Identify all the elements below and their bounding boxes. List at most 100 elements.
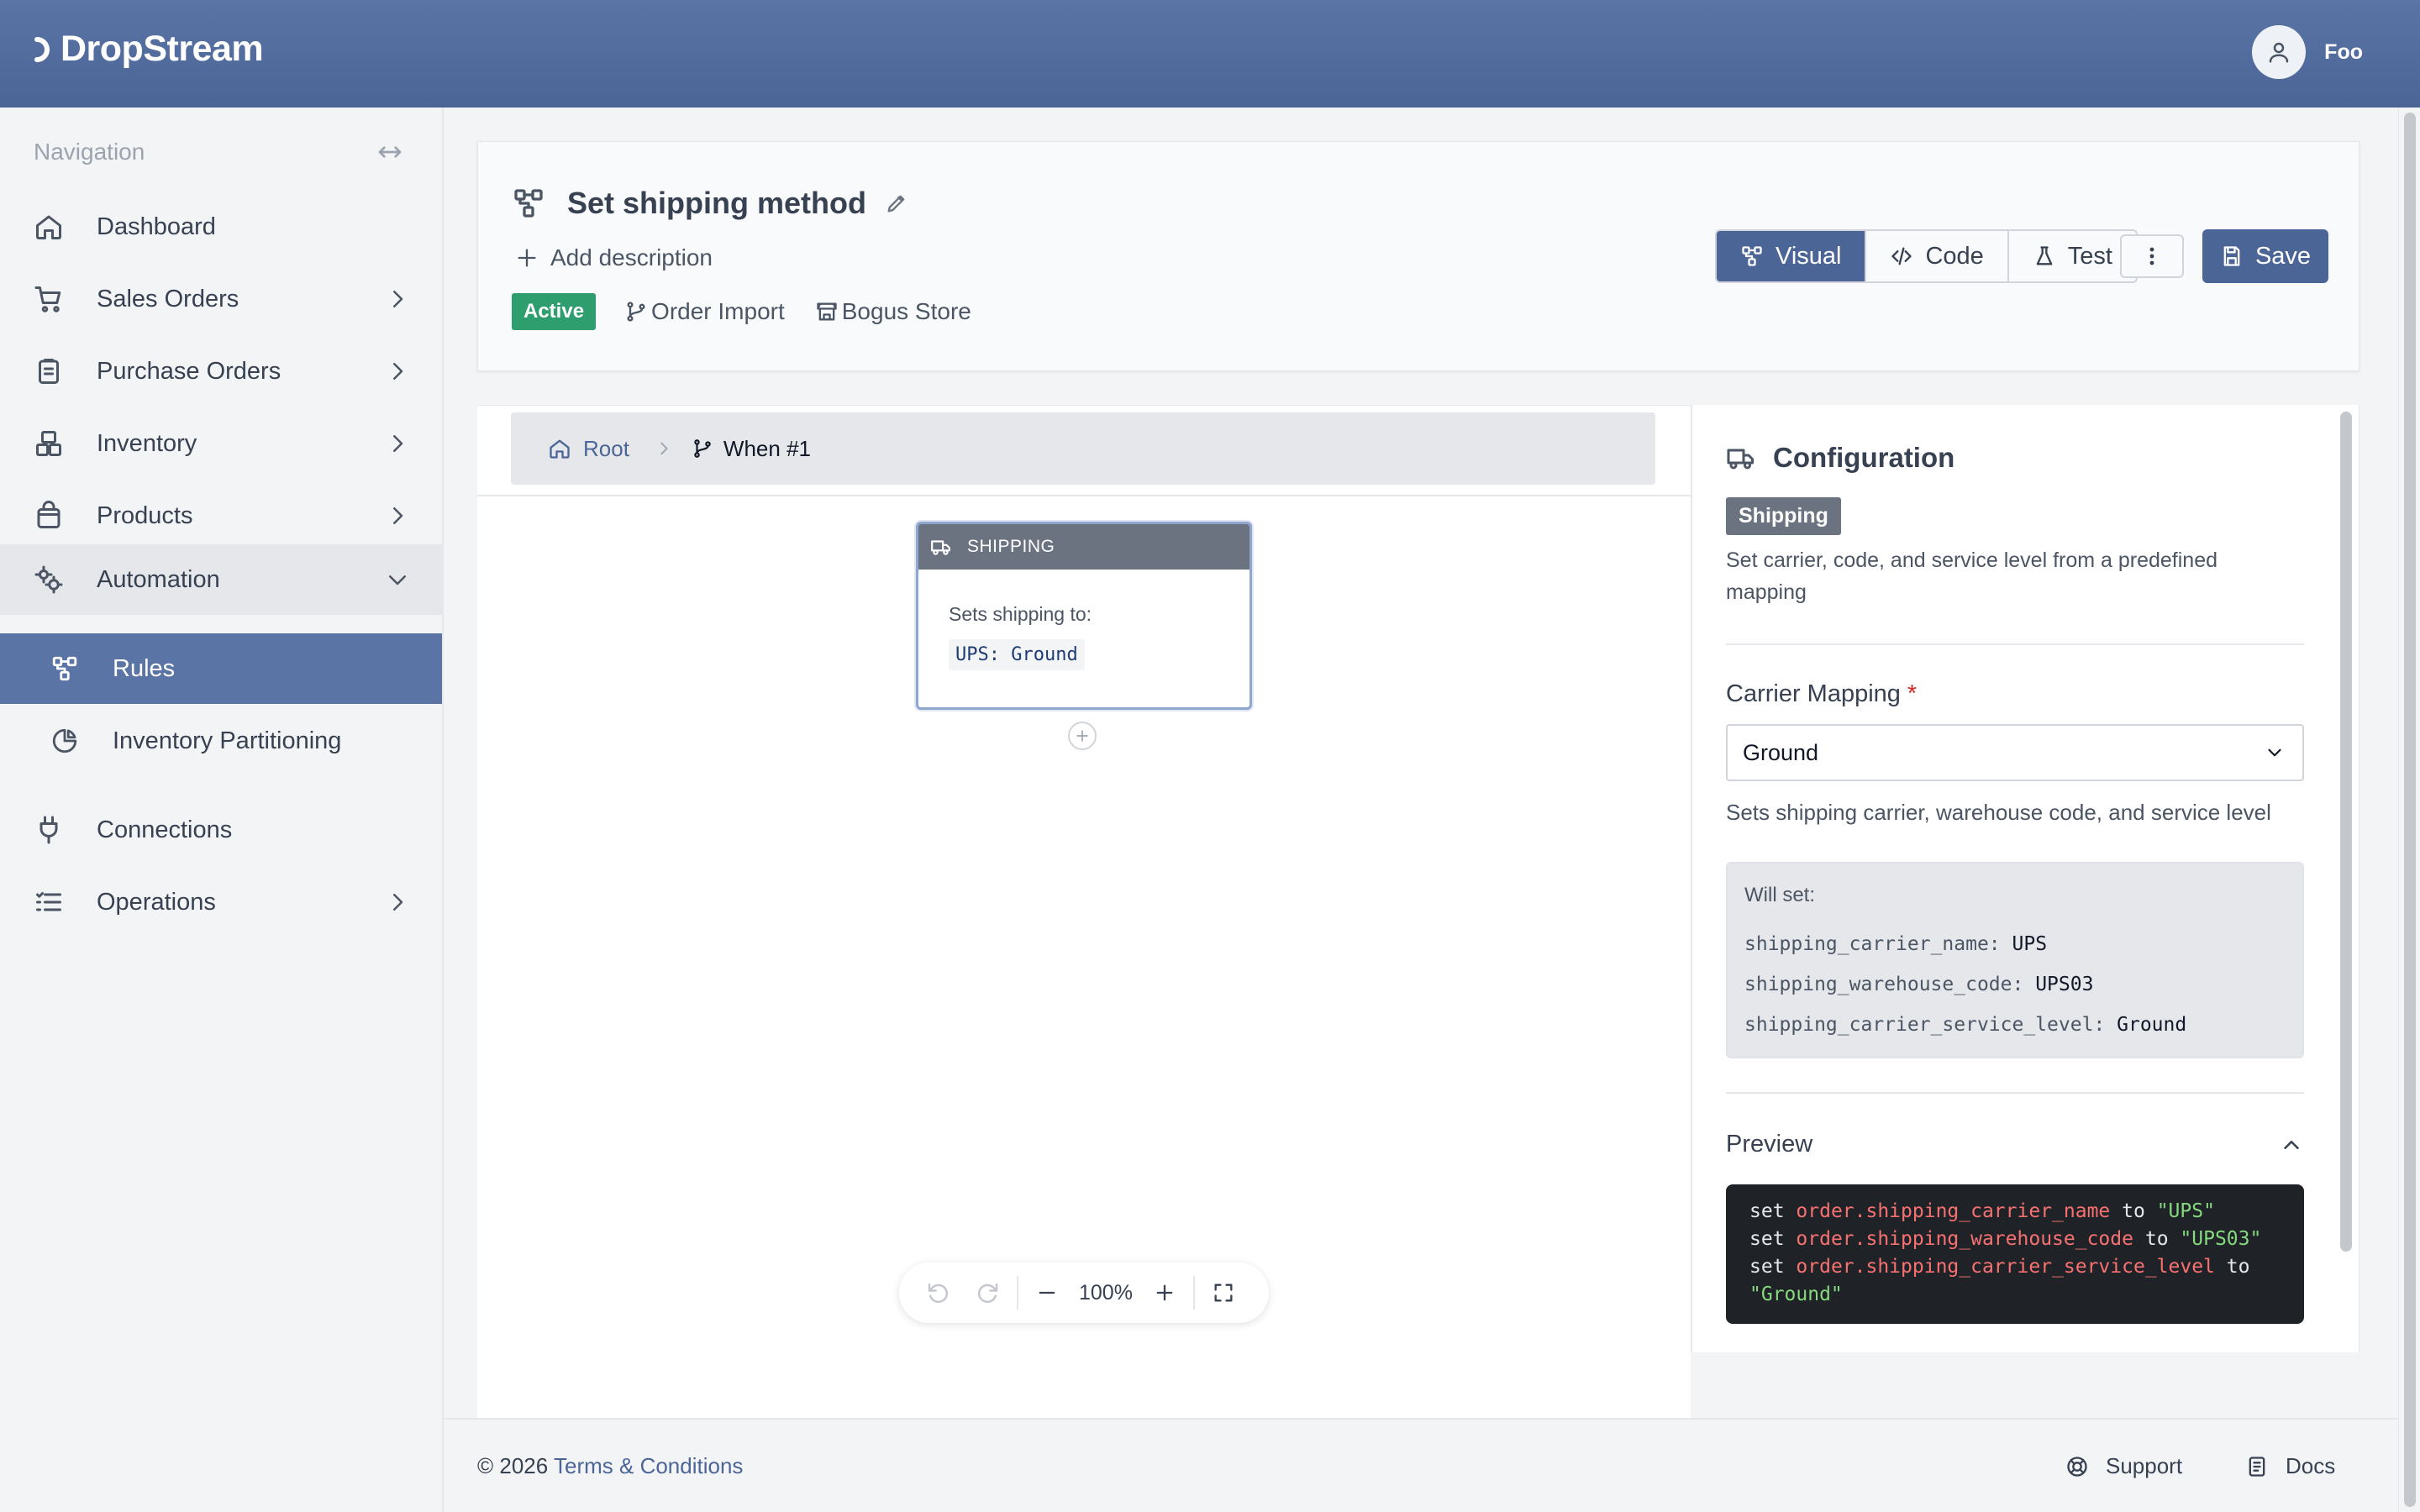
sidebar-item-label: Purchase Orders: [97, 357, 281, 385]
breadcrumb-root[interactable]: Root: [548, 436, 629, 462]
node-value: UPS: Ground: [949, 639, 1085, 670]
zoom-out-button[interactable]: [1030, 1276, 1064, 1310]
save-label: Save: [2254, 242, 2312, 270]
will-set-panel: Will set: shipping_carrier_name: UPS shi…: [1726, 862, 2304, 1058]
sidebar-item-inventory-partitioning[interactable]: Inventory Partitioning: [0, 706, 442, 776]
truck-icon: [1727, 449, 1754, 470]
sidebar-item-label: Connections: [97, 816, 233, 843]
add-step-button[interactable]: [1068, 722, 1097, 750]
carrier-mapping-label: Carrier Mapping *: [1726, 680, 1917, 708]
support-label: Support: [2106, 1453, 2183, 1478]
code-path: order.shipping_carrier_name: [1796, 1200, 2111, 1222]
sidebar-item-rules[interactable]: Rules: [0, 633, 442, 704]
tab-visual[interactable]: Visual: [1717, 231, 1867, 281]
add-description-button[interactable]: Add description: [515, 244, 713, 271]
will-set-row: shipping_warehouse_code: UPS03: [1744, 964, 2286, 1005]
rule-header-card: Set shipping method Add description Acti…: [477, 141, 2360, 371]
breadcrumb-current: When #1: [692, 436, 811, 462]
panel-scrollbar[interactable]: [2340, 412, 2352, 1252]
sidebar-item-dashboard[interactable]: Dashboard: [0, 192, 442, 262]
code-path: order.shipping_carrier_service_level: [1796, 1256, 2215, 1278]
zoom-level: 100%: [1079, 1280, 1133, 1305]
list-icon: [36, 892, 61, 911]
terms-link[interactable]: Terms & Conditions: [554, 1453, 743, 1478]
preview-label: Preview: [1726, 1131, 1813, 1158]
chevron-right-icon: [393, 363, 403, 380]
code-string: "Ground": [1749, 1284, 1843, 1305]
tab-test[interactable]: Test: [2008, 231, 2136, 281]
support-link[interactable]: Support: [2065, 1453, 2182, 1479]
field-label: Carrier Mapping: [1726, 680, 1901, 707]
zoom-in-button[interactable]: [1148, 1276, 1181, 1310]
tab-code[interactable]: Code: [1866, 231, 2009, 281]
undo-button[interactable]: [921, 1276, 955, 1310]
more-options-button[interactable]: [2120, 234, 2184, 278]
store-link[interactable]: Bogus Store: [815, 298, 971, 325]
store-label: Bogus Store: [841, 298, 971, 324]
will-set-key: shipping_carrier_service_level:: [1744, 1014, 2106, 1036]
save-button[interactable]: Save: [2202, 229, 2328, 283]
brand-logo[interactable]: DropStream: [34, 29, 264, 70]
store-icon: [817, 302, 837, 321]
sidebar-item-sales-orders[interactable]: Sales Orders: [0, 264, 442, 334]
sidebar-item-purchase-orders[interactable]: Purchase Orders: [0, 336, 442, 407]
code-string: "UPS03": [2180, 1228, 2262, 1250]
sidebar-item-connections[interactable]: Connections: [0, 795, 442, 865]
carrier-mapping-select[interactable]: Ground: [1726, 724, 2304, 781]
avatar[interactable]: [2252, 25, 2307, 79]
cart-icon: [34, 286, 61, 312]
view-mode-toggle: Visual Code Test: [1715, 229, 2138, 283]
undo-icon: [928, 1283, 949, 1304]
sidebar-item-label: Inventory: [97, 429, 197, 457]
code-keyword: set: [1749, 1256, 1785, 1278]
dropstream-logo-icon: [34, 36, 50, 62]
sidebar-item-automation[interactable]: Automation: [0, 544, 442, 615]
truck-icon: [931, 540, 950, 555]
chevron-down-icon: [389, 575, 406, 585]
trigger-link[interactable]: Order Import: [624, 298, 785, 325]
sidebar-item-inventory[interactable]: Inventory: [0, 408, 442, 479]
action-type-badge: Shipping: [1726, 497, 1841, 535]
node-header: SHIPPING: [918, 524, 1249, 570]
will-set-key: shipping_carrier_name:: [1744, 933, 2001, 955]
tab-label: Code: [1925, 242, 1984, 270]
node-subtitle: Sets shipping to:: [949, 603, 1092, 625]
user-menu[interactable]: Foo: [2252, 25, 2363, 79]
divider: [477, 495, 1691, 496]
fullscreen-icon: [1214, 1284, 1233, 1302]
will-set-value: UPS03: [2035, 974, 2094, 995]
will-set-title: Will set:: [1744, 884, 1815, 906]
user-icon: [2269, 42, 2289, 63]
sidebar-item-label: Inventory Partitioning: [113, 727, 342, 754]
edit-title-icon[interactable]: [885, 192, 908, 215]
sidebar-item-products[interactable]: Products: [0, 480, 442, 551]
fit-view-button[interactable]: [1207, 1276, 1240, 1310]
chevron-right-icon: [393, 291, 403, 307]
document-icon: [2249, 1456, 2265, 1477]
select-value: Ground: [1743, 739, 1819, 765]
docs-link[interactable]: Docs: [2245, 1453, 2335, 1479]
chevron-down-icon: [2268, 748, 2281, 757]
scrollbar-thumb[interactable]: [2404, 113, 2416, 1507]
configuration-panel: Configuration Shipping Set carrier, code…: [1691, 405, 2360, 1352]
chevron-right-icon: [393, 894, 403, 911]
node-type-label: SHIPPING: [967, 537, 1055, 556]
collapse-sidebar-icon[interactable]: [376, 139, 403, 165]
home-icon: [550, 439, 570, 459]
chevron-up-icon: [2284, 1140, 2299, 1149]
sidebar-item-label: Sales Orders: [97, 285, 239, 312]
redo-button[interactable]: [971, 1276, 1005, 1310]
sidebar-item-operations[interactable]: Operations: [0, 867, 442, 937]
status-badge: Active: [512, 293, 597, 330]
breadcrumb-root-label: Root: [583, 435, 629, 461]
title-row: Set shipping method: [512, 186, 908, 221]
rule-canvas[interactable]: Root When #1 SHIPPING Sets shipping to: …: [477, 405, 1691, 1418]
git-branch-icon: [627, 302, 645, 322]
preview-toggle[interactable]: Preview: [1726, 1131, 2304, 1158]
shipping-node[interactable]: SHIPPING Sets shipping to: UPS: Ground: [916, 522, 1252, 710]
tab-label: Test: [2067, 242, 2112, 270]
boxes-icon: [36, 431, 61, 456]
rule-meta: Active Order Import Bogus Store: [512, 293, 1002, 330]
page-scrollbar[interactable]: [2398, 108, 2420, 1512]
config-description: Set carrier, code, and service level fro…: [1726, 549, 2218, 604]
